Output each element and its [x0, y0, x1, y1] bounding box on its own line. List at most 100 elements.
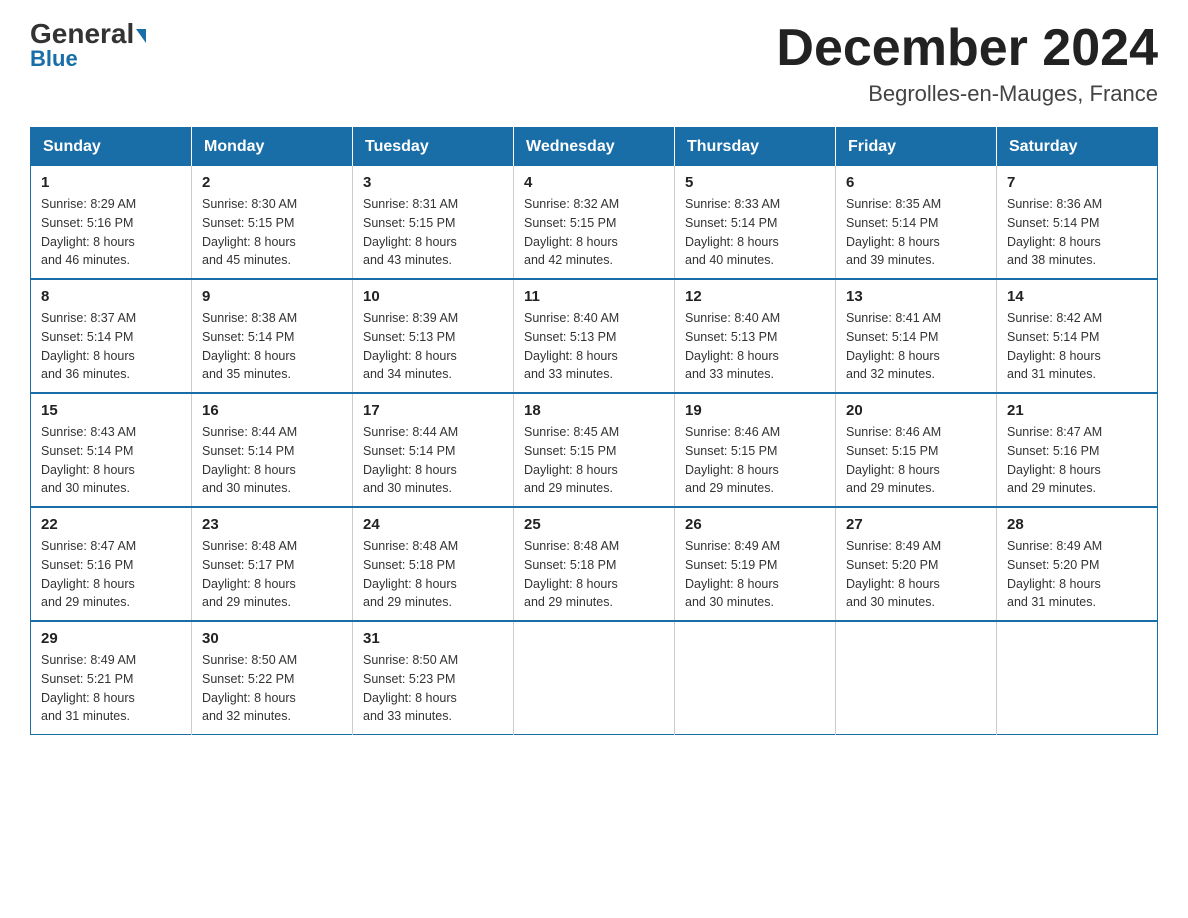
calendar-cell: 2 Sunrise: 8:30 AM Sunset: 5:15 PM Dayli… — [192, 166, 353, 279]
calendar-cell: 28 Sunrise: 8:49 AM Sunset: 5:20 PM Dayl… — [997, 507, 1158, 621]
day-number: 3 — [363, 174, 503, 191]
day-info: Sunrise: 8:47 AM Sunset: 5:16 PM Dayligh… — [41, 537, 181, 612]
column-header-saturday: Saturday — [997, 128, 1158, 167]
calendar-cell: 26 Sunrise: 8:49 AM Sunset: 5:19 PM Dayl… — [675, 507, 836, 621]
day-number: 16 — [202, 402, 342, 419]
day-info: Sunrise: 8:44 AM Sunset: 5:14 PM Dayligh… — [363, 423, 503, 498]
day-number: 22 — [41, 516, 181, 533]
day-number: 11 — [524, 288, 664, 305]
day-number: 23 — [202, 516, 342, 533]
day-number: 24 — [363, 516, 503, 533]
day-number: 29 — [41, 630, 181, 647]
calendar-cell: 21 Sunrise: 8:47 AM Sunset: 5:16 PM Dayl… — [997, 393, 1158, 507]
calendar-week-row: 8 Sunrise: 8:37 AM Sunset: 5:14 PM Dayli… — [31, 279, 1158, 393]
calendar-cell: 22 Sunrise: 8:47 AM Sunset: 5:16 PM Dayl… — [31, 507, 192, 621]
calendar-cell — [836, 621, 997, 735]
day-info: Sunrise: 8:49 AM Sunset: 5:19 PM Dayligh… — [685, 537, 825, 612]
logo-blue-text: Blue — [30, 46, 78, 72]
column-header-tuesday: Tuesday — [353, 128, 514, 167]
calendar-cell: 27 Sunrise: 8:49 AM Sunset: 5:20 PM Dayl… — [836, 507, 997, 621]
calendar-cell: 23 Sunrise: 8:48 AM Sunset: 5:17 PM Dayl… — [192, 507, 353, 621]
day-number: 15 — [41, 402, 181, 419]
day-info: Sunrise: 8:47 AM Sunset: 5:16 PM Dayligh… — [1007, 423, 1147, 498]
column-header-wednesday: Wednesday — [514, 128, 675, 167]
day-info: Sunrise: 8:43 AM Sunset: 5:14 PM Dayligh… — [41, 423, 181, 498]
day-info: Sunrise: 8:46 AM Sunset: 5:15 PM Dayligh… — [685, 423, 825, 498]
day-number: 20 — [846, 402, 986, 419]
calendar-cell: 16 Sunrise: 8:44 AM Sunset: 5:14 PM Dayl… — [192, 393, 353, 507]
day-info: Sunrise: 8:40 AM Sunset: 5:13 PM Dayligh… — [685, 309, 825, 384]
day-info: Sunrise: 8:31 AM Sunset: 5:15 PM Dayligh… — [363, 195, 503, 270]
title-section: December 2024 Begrolles-en-Mauges, Franc… — [776, 20, 1158, 107]
day-info: Sunrise: 8:40 AM Sunset: 5:13 PM Dayligh… — [524, 309, 664, 384]
day-info: Sunrise: 8:41 AM Sunset: 5:14 PM Dayligh… — [846, 309, 986, 384]
day-number: 6 — [846, 174, 986, 191]
calendar-cell — [997, 621, 1158, 735]
day-number: 12 — [685, 288, 825, 305]
day-number: 27 — [846, 516, 986, 533]
day-number: 1 — [41, 174, 181, 191]
calendar-cell: 1 Sunrise: 8:29 AM Sunset: 5:16 PM Dayli… — [31, 166, 192, 279]
calendar-cell: 14 Sunrise: 8:42 AM Sunset: 5:14 PM Dayl… — [997, 279, 1158, 393]
calendar-cell: 31 Sunrise: 8:50 AM Sunset: 5:23 PM Dayl… — [353, 621, 514, 735]
day-info: Sunrise: 8:49 AM Sunset: 5:20 PM Dayligh… — [846, 537, 986, 612]
calendar-cell: 5 Sunrise: 8:33 AM Sunset: 5:14 PM Dayli… — [675, 166, 836, 279]
calendar-cell — [514, 621, 675, 735]
day-number: 2 — [202, 174, 342, 191]
calendar-cell: 10 Sunrise: 8:39 AM Sunset: 5:13 PM Dayl… — [353, 279, 514, 393]
calendar-header-row: SundayMondayTuesdayWednesdayThursdayFrid… — [31, 128, 1158, 167]
day-info: Sunrise: 8:48 AM Sunset: 5:18 PM Dayligh… — [524, 537, 664, 612]
calendar-cell: 13 Sunrise: 8:41 AM Sunset: 5:14 PM Dayl… — [836, 279, 997, 393]
calendar-week-row: 1 Sunrise: 8:29 AM Sunset: 5:16 PM Dayli… — [31, 166, 1158, 279]
calendar-cell: 25 Sunrise: 8:48 AM Sunset: 5:18 PM Dayl… — [514, 507, 675, 621]
calendar-cell: 11 Sunrise: 8:40 AM Sunset: 5:13 PM Dayl… — [514, 279, 675, 393]
day-info: Sunrise: 8:36 AM Sunset: 5:14 PM Dayligh… — [1007, 195, 1147, 270]
calendar-cell: 4 Sunrise: 8:32 AM Sunset: 5:15 PM Dayli… — [514, 166, 675, 279]
day-number: 4 — [524, 174, 664, 191]
day-info: Sunrise: 8:32 AM Sunset: 5:15 PM Dayligh… — [524, 195, 664, 270]
day-number: 18 — [524, 402, 664, 419]
day-info: Sunrise: 8:44 AM Sunset: 5:14 PM Dayligh… — [202, 423, 342, 498]
day-info: Sunrise: 8:29 AM Sunset: 5:16 PM Dayligh… — [41, 195, 181, 270]
day-number: 17 — [363, 402, 503, 419]
calendar-cell: 20 Sunrise: 8:46 AM Sunset: 5:15 PM Dayl… — [836, 393, 997, 507]
calendar-cell: 6 Sunrise: 8:35 AM Sunset: 5:14 PM Dayli… — [836, 166, 997, 279]
day-info: Sunrise: 8:50 AM Sunset: 5:22 PM Dayligh… — [202, 651, 342, 726]
day-number: 13 — [846, 288, 986, 305]
column-header-friday: Friday — [836, 128, 997, 167]
calendar-cell: 15 Sunrise: 8:43 AM Sunset: 5:14 PM Dayl… — [31, 393, 192, 507]
day-number: 8 — [41, 288, 181, 305]
day-info: Sunrise: 8:37 AM Sunset: 5:14 PM Dayligh… — [41, 309, 181, 384]
calendar-cell: 29 Sunrise: 8:49 AM Sunset: 5:21 PM Dayl… — [31, 621, 192, 735]
day-number: 28 — [1007, 516, 1147, 533]
day-number: 14 — [1007, 288, 1147, 305]
calendar-cell: 9 Sunrise: 8:38 AM Sunset: 5:14 PM Dayli… — [192, 279, 353, 393]
day-info: Sunrise: 8:48 AM Sunset: 5:17 PM Dayligh… — [202, 537, 342, 612]
calendar-cell: 24 Sunrise: 8:48 AM Sunset: 5:18 PM Dayl… — [353, 507, 514, 621]
day-number: 26 — [685, 516, 825, 533]
logo-triangle-icon — [136, 29, 146, 43]
day-number: 19 — [685, 402, 825, 419]
day-number: 5 — [685, 174, 825, 191]
calendar-week-row: 29 Sunrise: 8:49 AM Sunset: 5:21 PM Dayl… — [31, 621, 1158, 735]
logo: General Blue — [30, 20, 146, 72]
logo-general-text: General — [30, 20, 146, 48]
calendar-week-row: 15 Sunrise: 8:43 AM Sunset: 5:14 PM Dayl… — [31, 393, 1158, 507]
day-info: Sunrise: 8:39 AM Sunset: 5:13 PM Dayligh… — [363, 309, 503, 384]
month-title: December 2024 — [776, 20, 1158, 77]
calendar-cell: 12 Sunrise: 8:40 AM Sunset: 5:13 PM Dayl… — [675, 279, 836, 393]
calendar-cell: 19 Sunrise: 8:46 AM Sunset: 5:15 PM Dayl… — [675, 393, 836, 507]
day-info: Sunrise: 8:48 AM Sunset: 5:18 PM Dayligh… — [363, 537, 503, 612]
column-header-monday: Monday — [192, 128, 353, 167]
calendar-week-row: 22 Sunrise: 8:47 AM Sunset: 5:16 PM Dayl… — [31, 507, 1158, 621]
calendar-cell: 18 Sunrise: 8:45 AM Sunset: 5:15 PM Dayl… — [514, 393, 675, 507]
calendar-cell: 17 Sunrise: 8:44 AM Sunset: 5:14 PM Dayl… — [353, 393, 514, 507]
calendar-cell: 8 Sunrise: 8:37 AM Sunset: 5:14 PM Dayli… — [31, 279, 192, 393]
calendar-cell — [675, 621, 836, 735]
day-number: 10 — [363, 288, 503, 305]
page-header: General Blue December 2024 Begrolles-en-… — [30, 20, 1158, 107]
day-number: 31 — [363, 630, 503, 647]
column-header-thursday: Thursday — [675, 128, 836, 167]
calendar-table: SundayMondayTuesdayWednesdayThursdayFrid… — [30, 127, 1158, 735]
day-info: Sunrise: 8:49 AM Sunset: 5:20 PM Dayligh… — [1007, 537, 1147, 612]
